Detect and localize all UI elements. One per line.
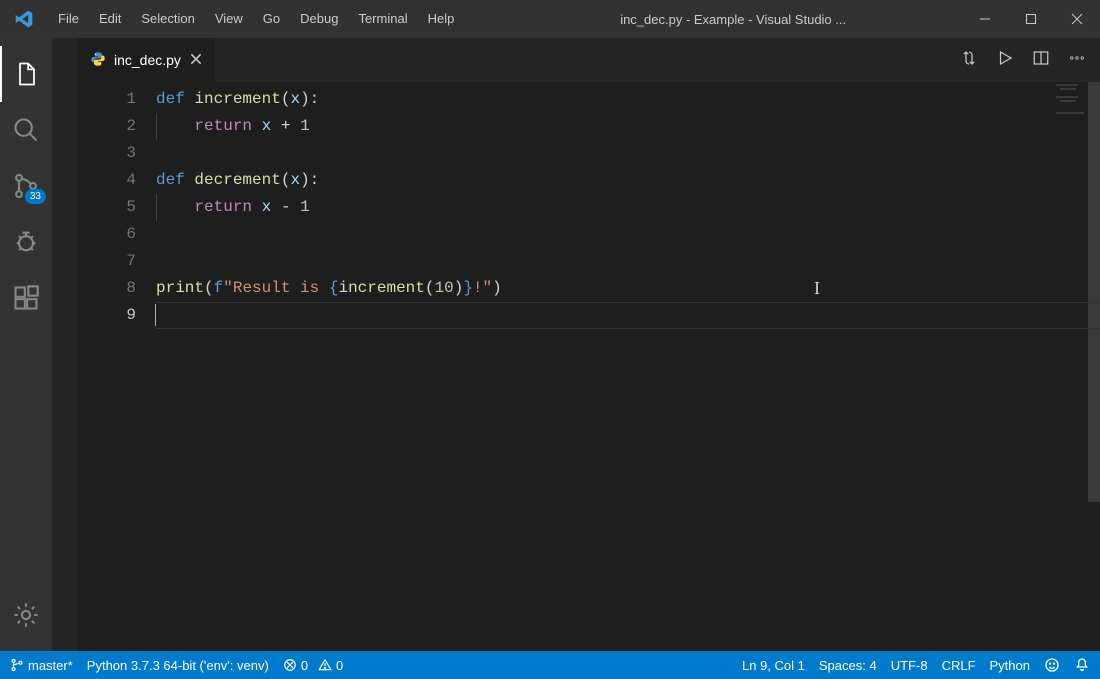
- more-actions-icon[interactable]: [1068, 49, 1086, 72]
- menu-edit[interactable]: Edit: [89, 0, 131, 38]
- activity-bar: 33: [0, 38, 52, 651]
- problems[interactable]: 0 0: [283, 658, 343, 673]
- menu-view[interactable]: View: [205, 0, 253, 38]
- explorer-icon[interactable]: [0, 46, 52, 102]
- split-editor-icon[interactable]: [1032, 49, 1050, 72]
- main-area: 33 inc_dec.py: [0, 38, 1100, 651]
- sidebar[interactable]: [52, 38, 78, 651]
- menu-selection[interactable]: Selection: [131, 0, 204, 38]
- code-editor[interactable]: 1 2 3 4 5 6 7 8 9 def increment(x): retu…: [78, 82, 1100, 651]
- source-control-icon[interactable]: 33: [0, 158, 52, 214]
- text-caret: [155, 304, 156, 326]
- tab-label: inc_dec.py: [114, 52, 181, 68]
- search-icon[interactable]: [0, 102, 52, 158]
- scm-badge: 33: [25, 189, 46, 204]
- compare-changes-icon[interactable]: [960, 49, 978, 72]
- tab-close-icon[interactable]: [189, 52, 203, 69]
- vscode-logo-icon: [0, 9, 48, 29]
- menu-debug[interactable]: Debug: [290, 0, 348, 38]
- feedback-icon[interactable]: [1044, 657, 1060, 673]
- editor-group: inc_dec.py: [78, 38, 1100, 651]
- encoding[interactable]: UTF-8: [891, 658, 928, 673]
- notifications-icon[interactable]: [1074, 657, 1090, 673]
- tab-inc_dec[interactable]: inc_dec.py: [78, 38, 216, 82]
- menu-terminal[interactable]: Terminal: [348, 0, 417, 38]
- debug-icon[interactable]: [0, 214, 52, 270]
- maximize-button[interactable]: [1008, 0, 1054, 38]
- extensions-icon[interactable]: [0, 270, 52, 326]
- window-title: inc_dec.py - Example - Visual Studio ...: [464, 12, 962, 27]
- titlebar: File Edit Selection View Go Debug Termin…: [0, 0, 1100, 38]
- minimize-button[interactable]: [962, 0, 1008, 38]
- python-interpreter[interactable]: Python 3.7.3 64-bit ('env': venv): [87, 658, 269, 673]
- cursor-position[interactable]: Ln 9, Col 1: [742, 658, 805, 673]
- status-bar: master* Python 3.7.3 64-bit ('env': venv…: [0, 651, 1100, 679]
- window-controls: [962, 0, 1100, 38]
- menu-go[interactable]: Go: [253, 0, 290, 38]
- language-mode[interactable]: Python: [990, 658, 1030, 673]
- tab-bar: inc_dec.py: [78, 38, 1100, 82]
- menu-bar: File Edit Selection View Go Debug Termin…: [48, 0, 464, 38]
- mouse-text-cursor-icon: [814, 278, 815, 298]
- menu-file[interactable]: File: [48, 0, 89, 38]
- python-file-icon: [90, 51, 106, 70]
- editor-actions: [946, 38, 1100, 82]
- menu-help[interactable]: Help: [418, 0, 465, 38]
- line-number-gutter: 1 2 3 4 5 6 7 8 9: [78, 86, 156, 651]
- eol[interactable]: CRLF: [942, 658, 976, 673]
- code-content[interactable]: def increment(x): return x + 1 def decre…: [156, 86, 1100, 651]
- git-branch[interactable]: master*: [10, 658, 73, 673]
- settings-gear-icon[interactable]: [0, 587, 52, 643]
- indentation[interactable]: Spaces: 4: [819, 658, 877, 673]
- run-icon[interactable]: [996, 49, 1014, 72]
- close-button[interactable]: [1054, 0, 1100, 38]
